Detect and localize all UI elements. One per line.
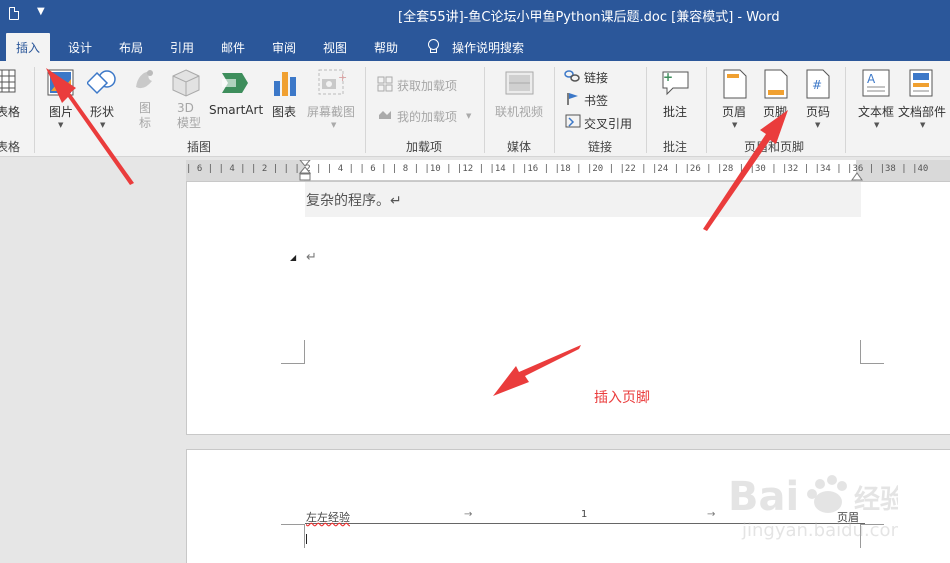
svg-text:经验: 经验 — [854, 484, 898, 515]
baidu-jingyan-watermark-icon: Bai 经验 jingyan.baidu.com — [728, 474, 898, 541]
arrow-to-footer-area-icon — [493, 345, 581, 396]
arrow-to-footer-button-icon — [703, 110, 788, 231]
svg-text:jingyan.baidu.com: jingyan.baidu.com — [741, 520, 898, 541]
arrow-to-insert-tab-icon — [46, 68, 134, 185]
svg-text:Bai: Bai — [728, 474, 799, 520]
